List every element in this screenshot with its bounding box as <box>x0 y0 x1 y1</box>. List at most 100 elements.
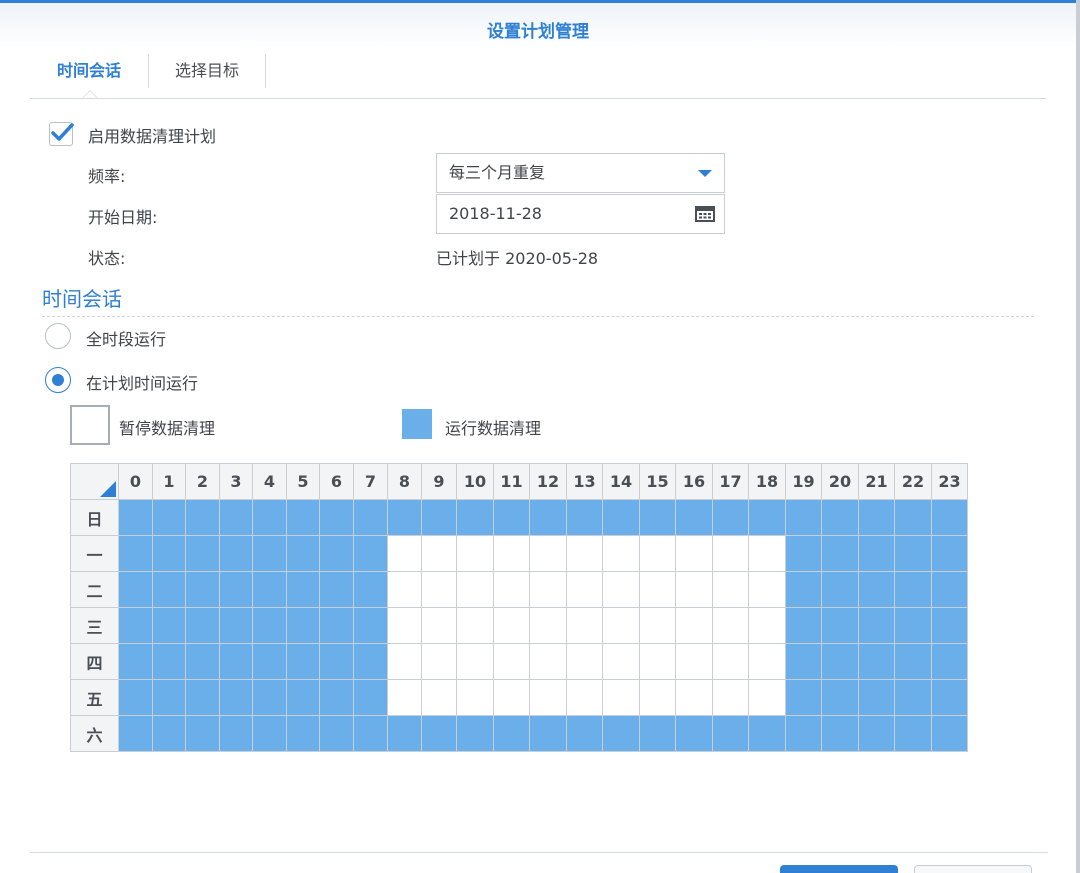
schedule-cell[interactable] <box>529 499 567 536</box>
schedule-cell[interactable] <box>602 535 640 572</box>
schedule-cell[interactable] <box>566 535 603 572</box>
schedule-cell[interactable] <box>118 643 153 680</box>
schedule-cell[interactable] <box>785 499 822 536</box>
schedule-cell[interactable] <box>493 715 530 752</box>
schedule-cell[interactable] <box>319 643 354 680</box>
schedule-cell[interactable] <box>566 715 603 752</box>
schedule-cell[interactable] <box>894 571 932 608</box>
schedule-cell[interactable] <box>675 679 713 716</box>
schedule-cell[interactable] <box>675 607 713 644</box>
schedule-cell[interactable] <box>353 643 388 680</box>
schedule-cell[interactable] <box>319 571 354 608</box>
schedule-cell[interactable] <box>821 535 859 572</box>
schedule-cell[interactable] <box>185 679 220 716</box>
schedule-cell[interactable] <box>748 499 786 536</box>
schedule-cell[interactable] <box>931 535 968 572</box>
schedule-cell[interactable] <box>529 607 567 644</box>
schedule-cell[interactable] <box>894 715 932 752</box>
schedule-cell[interactable] <box>421 499 457 536</box>
schedule-cell[interactable] <box>931 679 968 716</box>
hour-header-2[interactable]: 2 <box>185 463 220 500</box>
schedule-cell[interactable] <box>858 607 895 644</box>
schedule-cell[interactable] <box>421 679 457 716</box>
enable-schedule-checkbox[interactable] <box>49 122 74 146</box>
schedule-cell[interactable] <box>639 571 676 608</box>
schedule-cell[interactable] <box>529 715 567 752</box>
schedule-cell[interactable] <box>219 715 253 752</box>
schedule-cell[interactable] <box>456 499 494 536</box>
schedule-cell[interactable] <box>252 571 287 608</box>
hour-header-7[interactable]: 7 <box>353 463 388 500</box>
schedule-cell[interactable] <box>566 571 603 608</box>
schedule-cell[interactable] <box>894 643 932 680</box>
schedule-cell[interactable] <box>152 679 186 716</box>
frequency-select[interactable]: 每三个月重复 <box>436 153 725 193</box>
day-header[interactable]: 日 <box>70 499 119 536</box>
schedule-cell[interactable] <box>821 643 859 680</box>
schedule-cell[interactable] <box>456 607 494 644</box>
schedule-cell[interactable] <box>785 607 822 644</box>
schedule-cell[interactable] <box>319 607 354 644</box>
schedule-cell[interactable] <box>118 607 153 644</box>
schedule-cell[interactable] <box>252 535 287 572</box>
schedule-cell[interactable] <box>894 679 932 716</box>
hour-header-22[interactable]: 22 <box>894 463 932 500</box>
schedule-cell[interactable] <box>456 643 494 680</box>
radio-run-all-time[interactable] <box>45 323 71 349</box>
schedule-cell[interactable] <box>712 499 749 536</box>
schedule-cell[interactable] <box>821 715 859 752</box>
schedule-cell[interactable] <box>639 715 676 752</box>
schedule-cell[interactable] <box>118 571 153 608</box>
hour-header-1[interactable]: 1 <box>152 463 186 500</box>
schedule-cell[interactable] <box>639 679 676 716</box>
schedule-cell[interactable] <box>858 571 895 608</box>
schedule-cell[interactable] <box>894 535 932 572</box>
schedule-cell[interactable] <box>353 679 388 716</box>
schedule-cell[interactable] <box>286 571 320 608</box>
schedule-cell[interactable] <box>286 679 320 716</box>
schedule-cell[interactable] <box>319 535 354 572</box>
schedule-cell[interactable] <box>319 679 354 716</box>
grid-corner[interactable] <box>70 463 119 500</box>
day-header[interactable]: 三 <box>70 607 119 644</box>
schedule-cell[interactable] <box>821 571 859 608</box>
schedule-cell[interactable] <box>252 715 287 752</box>
schedule-cell[interactable] <box>219 643 253 680</box>
tab-time-session[interactable]: 时间会话 <box>30 52 148 90</box>
hour-header-15[interactable]: 15 <box>639 463 676 500</box>
schedule-cell[interactable] <box>675 715 713 752</box>
schedule-cell[interactable] <box>821 679 859 716</box>
schedule-cell[interactable] <box>118 715 153 752</box>
schedule-cell[interactable] <box>252 607 287 644</box>
schedule-cell[interactable] <box>421 643 457 680</box>
schedule-cell[interactable] <box>219 571 253 608</box>
tab-select-target[interactable]: 选择目标 <box>149 52 265 90</box>
schedule-cell[interactable] <box>185 535 220 572</box>
schedule-cell[interactable] <box>675 535 713 572</box>
schedule-cell[interactable] <box>353 535 388 572</box>
schedule-cell[interactable] <box>219 607 253 644</box>
schedule-cell[interactable] <box>456 535 494 572</box>
schedule-cell[interactable] <box>858 535 895 572</box>
schedule-cell[interactable] <box>529 643 567 680</box>
schedule-cell[interactable] <box>639 643 676 680</box>
schedule-cell[interactable] <box>748 643 786 680</box>
schedule-cell[interactable] <box>387 643 422 680</box>
hour-header-19[interactable]: 19 <box>785 463 822 500</box>
schedule-cell[interactable] <box>252 679 287 716</box>
schedule-cell[interactable] <box>387 571 422 608</box>
schedule-cell[interactable] <box>152 715 186 752</box>
schedule-cell[interactable] <box>387 499 422 536</box>
schedule-cell[interactable] <box>493 607 530 644</box>
schedule-cell[interactable] <box>286 643 320 680</box>
schedule-cell[interactable] <box>858 715 895 752</box>
schedule-cell[interactable] <box>219 499 253 536</box>
schedule-cell[interactable] <box>529 535 567 572</box>
schedule-cell[interactable] <box>894 499 932 536</box>
hour-header-8[interactable]: 8 <box>387 463 422 500</box>
hour-header-13[interactable]: 13 <box>566 463 603 500</box>
schedule-cell[interactable] <box>821 499 859 536</box>
schedule-cell[interactable] <box>712 679 749 716</box>
day-header[interactable]: 六 <box>70 715 119 752</box>
schedule-cell[interactable] <box>639 607 676 644</box>
